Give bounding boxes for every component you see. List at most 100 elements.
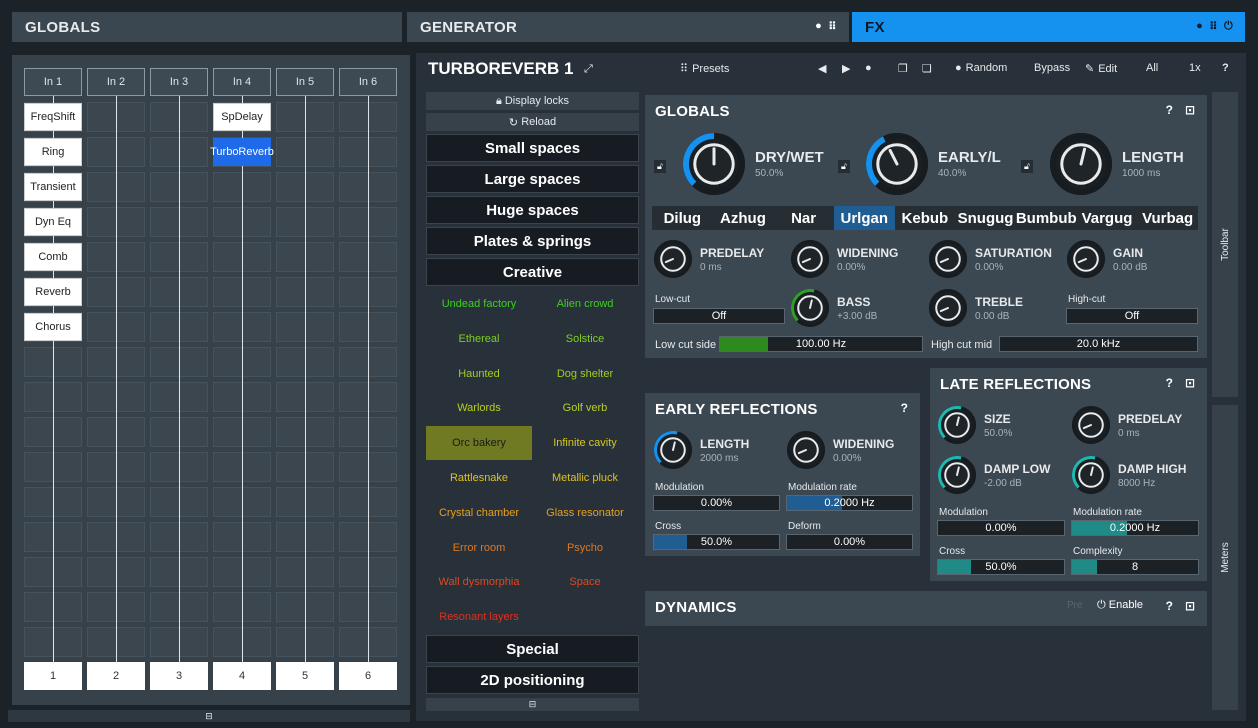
gain-knob[interactable]: GAIN 0.00 dB [1067, 240, 1147, 278]
preset-item[interactable]: Orc bakery [426, 426, 532, 461]
fx-node[interactable]: SpDelay [213, 103, 271, 131]
highcut-mid-slider[interactable]: 20.0 kHz [999, 336, 1198, 352]
damp-low-knob[interactable]: DAMP LOW -2.00 dB [938, 456, 1050, 494]
random-button[interactable]: ● Random [955, 62, 1007, 74]
category-button[interactable]: Plates & springs [426, 227, 639, 255]
fx-node[interactable]: Chorus [24, 313, 82, 341]
tab-fx[interactable]: FX ● ⠿ ⏻ [852, 12, 1245, 42]
fx-node[interactable]: FreqShift [24, 103, 82, 131]
lr-modulation-slider[interactable]: 0.00% [937, 520, 1065, 536]
widening-knob[interactable]: WIDENING 0.00% [791, 240, 898, 278]
lock-icon[interactable]: 🔓︎ [838, 160, 850, 173]
grid-icon[interactable]: ⠿ [828, 20, 837, 33]
toolbar-sidebar[interactable]: Toolbar [1212, 92, 1238, 397]
lr-modrate-slider[interactable]: 0.2000 Hz [1071, 520, 1199, 536]
collapse-handle[interactable]: ⊟ [8, 710, 410, 722]
preset-item[interactable]: Error room [426, 531, 532, 565]
er-modrate-slider[interactable]: 0.2000 Hz [786, 495, 913, 511]
preset-item[interactable]: Metallic pluck [532, 461, 638, 495]
power-icon[interactable]: ⏻ [1224, 20, 1233, 33]
help-icon[interactable]: ? [1166, 599, 1173, 613]
preset-item[interactable]: Infinite cavity [532, 426, 638, 460]
tab-globals[interactable]: GLOBALS [12, 12, 402, 42]
drywet-knob[interactable]: DRY/WET 50.0% [683, 133, 824, 195]
preset-item[interactable]: Ethereal [426, 322, 532, 356]
fx-node[interactable]: Reverb [24, 278, 82, 306]
help-icon[interactable]: ? [901, 401, 908, 415]
lr-cross-slider[interactable]: 50.0% [937, 559, 1065, 575]
algorithm-option[interactable]: Azhug [712, 206, 774, 230]
fx-node[interactable]: TurboReverb [210, 138, 274, 166]
output-footer[interactable]: 2 [87, 662, 145, 690]
algorithm-option[interactable]: Dilug [652, 206, 713, 230]
preset-item[interactable]: Glass resonator [532, 496, 638, 530]
preset-item[interactable]: Haunted [426, 357, 532, 391]
all-button[interactable]: All [1146, 62, 1158, 74]
popout-icon[interactable]: ⤢ [584, 63, 593, 76]
treble-knob[interactable]: TREBLE 0.00 dB [929, 289, 1023, 327]
er-deform-slider[interactable]: 0.00% [786, 534, 913, 550]
category-button[interactable]: Special [426, 635, 639, 663]
preset-item[interactable]: Golf verb [532, 391, 638, 425]
bass-knob[interactable]: BASS +3.00 dB [791, 289, 877, 327]
algorithm-option[interactable]: Urlgan [833, 206, 895, 230]
saturation-knob[interactable]: SATURATION 0.00% [929, 240, 1052, 278]
category-button[interactable]: Large spaces [426, 165, 639, 193]
save-icon[interactable]: ⊡ [1185, 599, 1195, 613]
edit-button[interactable]: ✎ Edit [1085, 62, 1117, 76]
fx-node[interactable]: Transient [24, 173, 82, 201]
lowcut-select[interactable]: Off [653, 308, 785, 324]
highcut-select[interactable]: Off [1066, 308, 1198, 324]
er-cross-slider[interactable]: 50.0% [653, 534, 780, 550]
fx-node[interactable]: Comb [24, 243, 82, 271]
presets-button[interactable]: ⠿ Presets [680, 62, 729, 76]
er-length-knob[interactable]: LENGTH 2000 ms [654, 431, 749, 469]
prev-preset-button[interactable]: ◀ [818, 62, 826, 75]
complexity-slider[interactable]: 8 [1071, 559, 1199, 575]
fx-node[interactable]: Ring [24, 138, 82, 166]
reload-button[interactable]: ↻ Reload [426, 113, 639, 131]
pre-label[interactable]: Pre [1067, 600, 1083, 611]
save-icon[interactable]: ⊡ [1185, 376, 1195, 390]
preset-item[interactable]: Rattlesnake [426, 461, 532, 495]
help-button[interactable]: ? [1222, 62, 1229, 74]
preset-item[interactable]: Warlords [426, 391, 532, 425]
enable-button[interactable]: ⏻ Enable [1097, 599, 1143, 612]
input-header[interactable]: In 1 [24, 68, 82, 96]
input-header[interactable]: In 4 [213, 68, 271, 96]
copy-icon[interactable]: ❐ [898, 62, 908, 75]
collapse-icon[interactable]: ⊟ [529, 699, 537, 710]
paste-icon[interactable]: ❏ [922, 62, 932, 75]
algorithm-option[interactable]: Kebub [894, 206, 956, 230]
output-footer[interactable]: 3 [150, 662, 208, 690]
lr-predelay-knob[interactable]: PREDELAY 0 ms [1072, 406, 1182, 444]
fx-node[interactable]: Dyn Eq [24, 208, 82, 236]
preset-item[interactable]: Space [532, 565, 638, 599]
algorithm-option[interactable]: Snugug [955, 206, 1016, 230]
help-icon[interactable]: ? [1166, 103, 1173, 117]
algorithm-option[interactable]: Nar [773, 206, 834, 230]
input-header[interactable]: In 6 [339, 68, 397, 96]
category-button[interactable]: Small spaces [426, 134, 639, 162]
meters-sidebar[interactable]: Meters [1212, 405, 1238, 710]
output-footer[interactable]: 5 [276, 662, 334, 690]
algorithm-option[interactable]: Vurbag [1137, 206, 1198, 230]
preset-item[interactable]: Alien crowd [532, 287, 638, 321]
category-button[interactable]: Huge spaces [426, 196, 639, 224]
help-icon[interactable]: ? [1166, 376, 1173, 390]
category-button[interactable]: Creative [426, 258, 639, 286]
preset-item[interactable]: Psycho [532, 531, 638, 565]
lowcut-side-slider[interactable]: 100.00 Hz [719, 336, 923, 352]
collapse-handle[interactable]: ⊟ [426, 698, 639, 711]
damp-high-knob[interactable]: DAMP HIGH 8000 Hz [1072, 456, 1186, 494]
predelay-knob[interactable]: PREDELAY 0 ms [654, 240, 764, 278]
category-button[interactable]: 2D positioning [426, 666, 639, 694]
next-preset-button[interactable]: ▶ [842, 62, 850, 75]
er-modulation-slider[interactable]: 0.00% [653, 495, 780, 511]
preset-item[interactable]: Undead factory [426, 287, 532, 321]
display-locks-button[interactable]: 🔒︎ Display locks [426, 92, 639, 110]
collapse-icon[interactable]: ⊟ [205, 711, 213, 722]
size-knob[interactable]: SIZE 50.0% [938, 406, 1012, 444]
bypass-button[interactable]: Bypass [1034, 62, 1070, 74]
save-icon[interactable]: ⊡ [1185, 103, 1195, 117]
